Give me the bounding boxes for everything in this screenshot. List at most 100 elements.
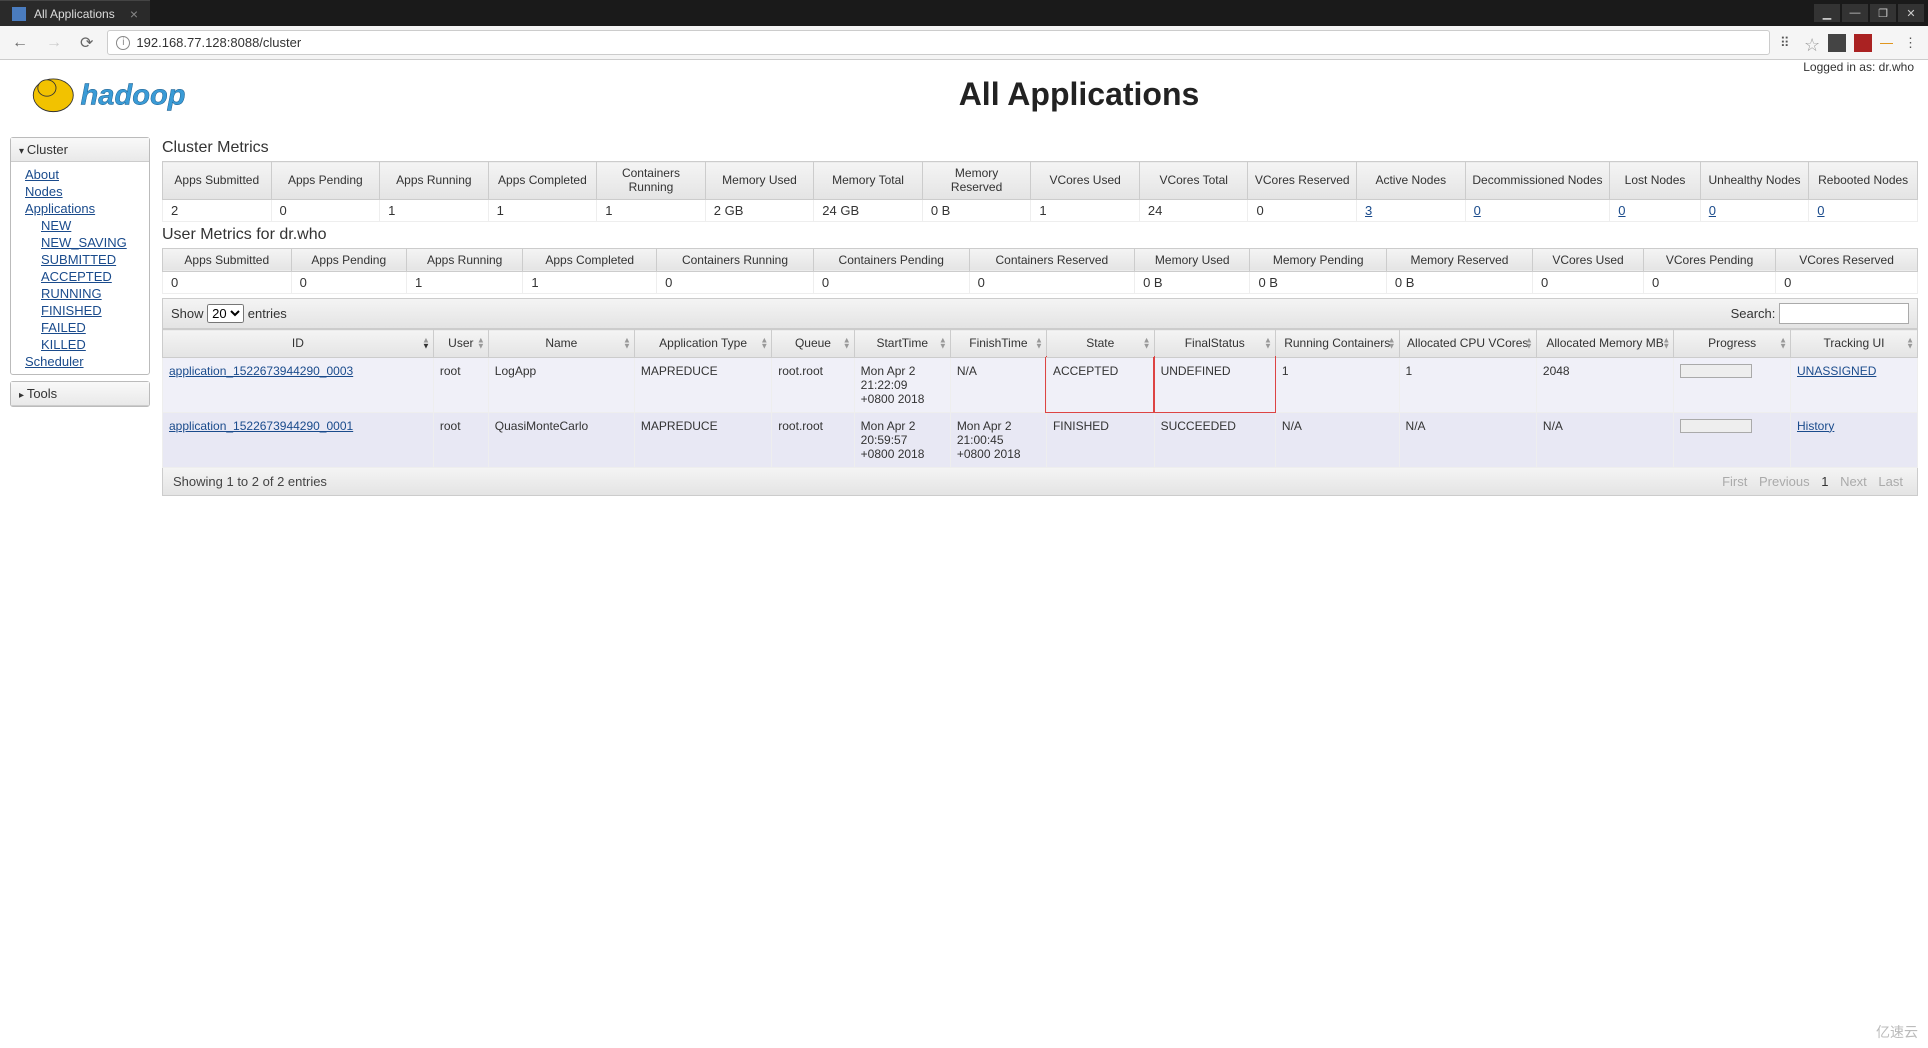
at-h-user[interactable]: User▲▼ <box>433 330 488 357</box>
tracking-link[interactable]: UNASSIGNED <box>1797 364 1876 378</box>
at-h-type[interactable]: Application Type▲▼ <box>634 330 771 357</box>
sidebar-scheduler[interactable]: Scheduler <box>11 353 149 370</box>
um-h-memory-pending: Memory Pending <box>1250 248 1386 271</box>
sidebar-nodes[interactable]: Nodes <box>11 183 149 200</box>
um-v-vcores-used: 0 <box>1533 272 1644 294</box>
search-input[interactable] <box>1779 303 1909 324</box>
cm-v-vcores-used: 1 <box>1031 199 1140 221</box>
browser-tab[interactable]: All Applications × <box>0 0 150 26</box>
cm-v-unhealthy-nodes[interactable]: 0 <box>1709 203 1716 218</box>
app-finalstatus: SUCCEEDED <box>1154 412 1275 467</box>
sidebar-failed[interactable]: FAILED <box>11 319 149 336</box>
sidebar-accepted[interactable]: ACCEPTED <box>11 268 149 285</box>
extension2-icon[interactable] <box>1854 34 1872 52</box>
um-v-apps-running: 1 <box>407 272 523 294</box>
back-icon[interactable]: ← <box>8 30 32 56</box>
cm-v-rebooted-nodes[interactable]: 0 <box>1817 203 1824 218</box>
app-finish: N/A <box>950 357 1046 412</box>
sidebar-submitted[interactable]: SUBMITTED <box>11 251 149 268</box>
page-last[interactable]: Last <box>1878 474 1903 489</box>
cm-h-rebooted-nodes: Rebooted Nodes <box>1809 162 1918 200</box>
at-h-finalstatus[interactable]: FinalStatus▲▼ <box>1154 330 1275 357</box>
extension1-icon[interactable] <box>1828 34 1846 52</box>
app-start: Mon Apr 2 21:22:09 +0800 2018 <box>854 357 950 412</box>
cm-h-memory-reserved: Memory Reserved <box>922 162 1031 200</box>
show-entries-select[interactable]: 20 <box>207 304 244 323</box>
um-v-containers-reserved: 0 <box>969 272 1134 294</box>
at-h-id[interactable]: ID▲▼ <box>163 330 434 357</box>
sidebar-cluster-header[interactable]: Cluster <box>11 138 149 162</box>
cm-v-lost-nodes[interactable]: 0 <box>1618 203 1625 218</box>
at-h-name[interactable]: Name▲▼ <box>488 330 634 357</box>
app-progress <box>1674 412 1791 467</box>
at-h-running-containers[interactable]: Running Containers▲▼ <box>1275 330 1399 357</box>
um-h-containers-reserved: Containers Reserved <box>969 248 1134 271</box>
url-input[interactable]: i 192.168.77.128:8088/cluster <box>107 30 1770 55</box>
sidebar-applications[interactable]: Applications <box>11 200 149 217</box>
bookmark-icon[interactable]: ☆ <box>1804 35 1820 51</box>
login-info: Logged in as: dr.who <box>1803 60 1914 74</box>
reload-icon[interactable]: ⟳ <box>76 29 97 57</box>
app-finalstatus: UNDEFINED <box>1154 357 1275 412</box>
app-appname: QuasiMonteCarlo <box>488 412 634 467</box>
at-h-start[interactable]: StartTime▲▼ <box>854 330 950 357</box>
um-v-vcores-pending: 0 <box>1644 272 1776 294</box>
um-v-apps-pending: 0 <box>291 272 406 294</box>
sidebar-new-saving[interactable]: NEW_SAVING <box>11 234 149 251</box>
sidebar-about[interactable]: About <box>11 166 149 183</box>
at-h-memory[interactable]: Allocated Memory MB▲▼ <box>1536 330 1673 357</box>
forward-icon[interactable]: → <box>42 30 66 56</box>
sidebar-running[interactable]: RUNNING <box>11 285 149 302</box>
app-id: application_1522673944290_0001 <box>163 412 434 467</box>
app-containers: 1 <box>1275 357 1399 412</box>
sort-icon: ▲▼ <box>843 338 851 349</box>
window-hide-icon[interactable]: ▁ <box>1814 4 1840 22</box>
cm-v-decommissioned-nodes[interactable]: 0 <box>1474 203 1481 218</box>
page-previous[interactable]: Previous <box>1759 474 1810 489</box>
um-v-containers-running: 0 <box>657 272 814 294</box>
extension3-icon[interactable]: — <box>1880 35 1896 51</box>
window-controls: ▁ — ❐ ✕ <box>1814 0 1928 26</box>
sidebar-tools-header[interactable]: Tools <box>11 382 149 406</box>
app-id-link[interactable]: application_1522673944290_0003 <box>169 364 353 378</box>
page-next[interactable]: Next <box>1840 474 1867 489</box>
page-current[interactable]: 1 <box>1821 474 1828 489</box>
app-id-link[interactable]: application_1522673944290_0001 <box>169 419 353 433</box>
app-type: MAPREDUCE <box>634 357 771 412</box>
menu-icon[interactable]: ⋮ <box>1904 35 1920 51</box>
at-h-tracking[interactable]: Tracking UI▲▼ <box>1791 330 1918 357</box>
page-first[interactable]: First <box>1722 474 1747 489</box>
window-minimize-icon[interactable]: — <box>1842 4 1868 22</box>
cm-v-apps-pending: 0 <box>271 199 380 221</box>
at-h-state[interactable]: State▲▼ <box>1046 330 1154 357</box>
cm-h-vcores-used: VCores Used <box>1031 162 1140 200</box>
translate-icon[interactable]: ⠿ <box>1780 35 1796 51</box>
at-h-finish[interactable]: FinishTime▲▼ <box>950 330 1046 357</box>
window-maximize-icon[interactable]: ❐ <box>1870 4 1896 22</box>
app-user: root <box>433 412 488 467</box>
um-v-memory-used: 0 B <box>1135 272 1250 294</box>
at-h-vcores[interactable]: Allocated CPU VCores▲▼ <box>1399 330 1536 357</box>
window-close-icon[interactable]: ✕ <box>1898 4 1924 22</box>
tab-close-icon[interactable]: × <box>130 6 138 22</box>
app-queue: root.root <box>772 412 854 467</box>
sidebar-killed[interactable]: KILLED <box>11 336 149 353</box>
sidebar-new[interactable]: NEW <box>11 217 149 234</box>
address-bar: ← → ⟳ i 192.168.77.128:8088/cluster ⠿ ☆ … <box>0 26 1928 60</box>
search-label: Search: <box>1731 306 1776 321</box>
tracking-link[interactable]: History <box>1797 419 1834 433</box>
url-text: 192.168.77.128:8088/cluster <box>136 35 301 50</box>
app-appname: LogApp <box>488 357 634 412</box>
app-memory: 2048 <box>1536 357 1673 412</box>
at-h-queue[interactable]: Queue▲▼ <box>772 330 854 357</box>
cm-h-apps-completed: Apps Completed <box>488 162 597 200</box>
at-h-progress[interactable]: Progress▲▼ <box>1674 330 1791 357</box>
site-info-icon[interactable]: i <box>116 36 130 50</box>
sort-icon: ▲▼ <box>1779 338 1787 349</box>
um-v-memory-pending: 0 B <box>1250 272 1386 294</box>
cm-v-vcores-reserved: 0 <box>1248 199 1357 221</box>
um-v-vcores-reserved: 0 <box>1776 272 1918 294</box>
sidebar-finished[interactable]: FINISHED <box>11 302 149 319</box>
cm-v-active-nodes[interactable]: 3 <box>1365 203 1372 218</box>
page-title: All Applications <box>230 76 1928 113</box>
